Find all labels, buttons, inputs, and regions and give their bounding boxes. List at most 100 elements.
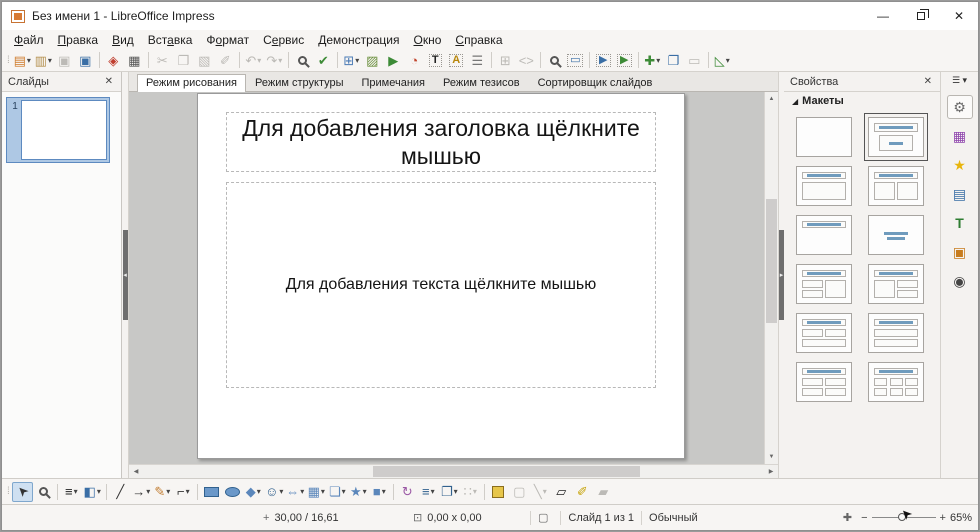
close-button[interactable]: ✕ [940,2,978,30]
tab-notes[interactable]: Примечания [353,74,435,92]
scroll-right-icon[interactable]: ▶ [764,465,778,478]
new-button[interactable]: ▤▾ [12,50,33,70]
glue-points-button[interactable]: ✐ [572,482,593,502]
slides-panel-splitter[interactable]: ◂ [122,72,129,478]
layout-title-content-full[interactable] [796,166,852,206]
fit-slide-icon[interactable]: ✚ [843,511,852,524]
menu-edit[interactable]: Правка [51,31,106,49]
rectangle-button[interactable] [201,482,222,502]
stars-banners-button[interactable]: ★▾ [348,482,369,502]
align-button[interactable]: ≡▾ [418,482,439,502]
slide-page[interactable]: Для добавления заголовка щёлкните мышью … [197,93,685,459]
layout-title-only[interactable] [796,215,852,255]
flowchart-button[interactable]: ▦▾ [306,482,327,502]
slide-thumbnail-1[interactable]: 1 [6,97,110,163]
insert-textbox-button[interactable]: T [425,50,446,70]
tab-outline[interactable]: Режим структуры [246,74,353,92]
fill-color-button[interactable]: ◧▾ [82,482,103,502]
ellipse-button[interactable] [222,482,243,502]
tab-handout[interactable]: Режим тезисов [434,74,529,92]
find-replace-button[interactable] [292,50,313,70]
sidebar-tab-navigator[interactable]: ◉ [947,269,973,293]
layout-blank[interactable] [796,117,852,157]
layout-2content-content[interactable] [796,264,852,304]
sidebar-tab-animation[interactable]: ★ [947,153,973,177]
layout-4content[interactable] [796,362,852,402]
slides-panel-close-button[interactable]: ✕ [103,76,115,87]
layout-centered-text[interactable] [868,215,924,255]
zoom-button[interactable] [544,50,565,70]
toolbar-grip-icon[interactable]: ⁞ [7,55,9,66]
sidebar-menu-button[interactable]: ☰ ▾ [952,75,967,86]
menu-help[interactable]: Справка [448,31,509,49]
connectors-button[interactable]: ⌐▾ [173,482,194,502]
sidebar-tab-gallery[interactable]: ▣ [947,240,973,264]
print-button[interactable]: ▦ [124,50,145,70]
horizontal-scrollbar[interactable]: ◀ ▶ [129,464,778,478]
layouts-section-header[interactable]: ◢ Макеты [784,92,940,110]
scroll-up-icon[interactable]: ▲ [765,92,778,106]
insert-line-button[interactable]: ╱ [110,482,131,502]
properties-panel-close-button[interactable]: ✕ [922,76,934,87]
symbol-shapes-button[interactable]: ☺▾ [264,482,285,502]
insert-media-button[interactable]: ▶ [383,50,404,70]
vertical-scrollbar[interactable]: ▲ ▼ [764,92,778,464]
splitter-collapse-icon[interactable]: ◂ [123,230,128,320]
arrange-button[interactable]: ❐▾ [439,482,460,502]
sidebar-tab-properties[interactable]: ⚙ [947,95,973,119]
export-pdf-button[interactable]: ◈ [103,50,124,70]
spelling-button[interactable]: ✔ [313,50,334,70]
zoom-out-button[interactable]: − [861,512,867,524]
insert-table-button[interactable]: ⊞▾ [341,50,362,70]
menu-format[interactable]: Формат [199,31,256,49]
layout-title-2content[interactable] [868,166,924,206]
menu-view[interactable]: Вид [105,31,141,49]
layout-content-2content[interactable] [868,264,924,304]
restore-button[interactable] [902,2,940,30]
start-from-first-slide-button[interactable]: ▶ [593,50,614,70]
layout-title-content[interactable] [868,117,924,157]
vertical-scroll-track[interactable] [765,106,778,450]
horizontal-scroll-thumb[interactable] [373,466,640,477]
sidebar-tab-styles[interactable]: T [947,211,973,235]
layout-2content-over-content[interactable] [796,313,852,353]
menu-window[interactable]: Окно [407,31,449,49]
tab-drawing[interactable]: Режим рисования [137,74,246,92]
menu-tools[interactable]: Сервис [256,31,311,49]
block-arrows-button[interactable]: ⇔▾ [285,482,306,502]
layout-6content[interactable] [868,362,924,402]
zoom-percent[interactable]: 65% [950,512,972,524]
shadow-button[interactable] [488,482,509,502]
scroll-left-icon[interactable]: ◀ [129,465,143,478]
tab-sorter[interactable]: Сортировщик слайдов [529,74,662,92]
zoom-tool-button[interactable] [33,482,54,502]
sidebar-tab-slide-transition[interactable]: ▦ [947,124,973,148]
start-from-current-slide-button[interactable]: ▶ [614,50,635,70]
line-style-button[interactable]: ≡▾ [61,482,82,502]
document-modified-icon[interactable]: ▢ [538,511,548,524]
title-placeholder[interactable]: Для добавления заголовка щёлкните мышью [226,112,656,172]
menu-slideshow[interactable]: Демонстрация [311,31,406,49]
drawbar-grip-icon[interactable]: ⁞ [7,486,9,497]
menu-insert[interactable]: Вставка [141,31,200,49]
lines-arrows-button[interactable]: →▾ [131,482,152,502]
sidebar-tab-master-slides[interactable]: ▤ [947,182,973,206]
open-button[interactable]: ▥▾ [33,50,54,70]
layout-content-over-content[interactable] [868,313,924,353]
select-button[interactable]: ➤ [12,482,33,502]
new-slide-button[interactable]: ✚▾ [642,50,663,70]
slide-properties-button[interactable]: ◺▾ [712,50,733,70]
rotate-button[interactable]: ↻ [397,482,418,502]
basic-shapes-button[interactable]: ◆▾ [243,482,264,502]
body-placeholder[interactable]: Для добавления текста щёлкните мышью [226,182,656,388]
curve-button[interactable]: ✎▾ [152,482,173,502]
insert-chart-button[interactable]: ◔ [404,50,425,70]
header-footer-button[interactable]: ☰ [467,50,488,70]
minimize-button[interactable]: — [864,2,902,30]
duplicate-slide-button[interactable]: ❐ [663,50,684,70]
horizontal-scroll-track[interactable] [143,465,764,478]
zoom-in-button[interactable]: + [940,512,946,524]
slide-layout-name[interactable]: Обычный [649,512,698,524]
insert-image-button[interactable]: ▨ [362,50,383,70]
fontwork-button[interactable]: A [446,50,467,70]
